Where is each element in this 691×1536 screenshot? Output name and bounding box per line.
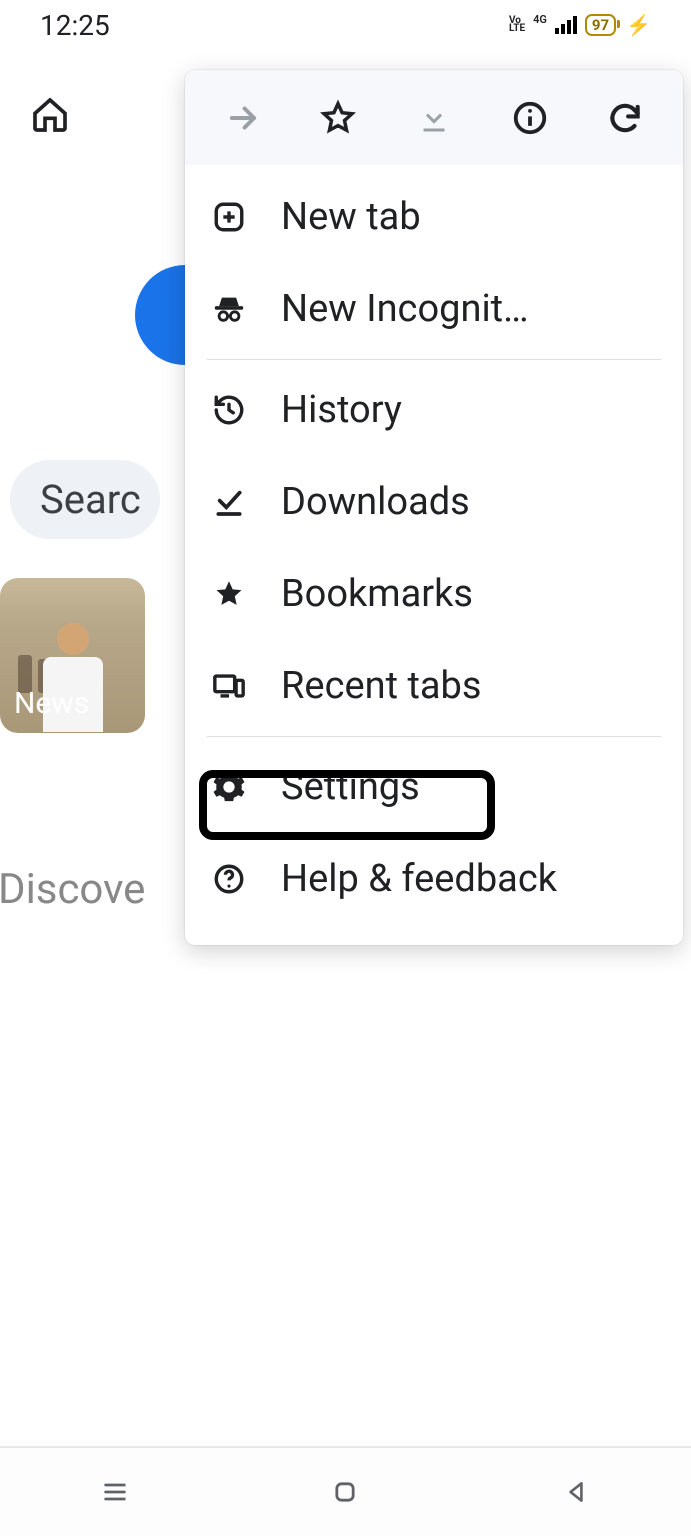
status-time: 12:25 [40,9,110,42]
news-card[interactable]: News [0,578,145,733]
star-fill-icon [211,576,247,612]
menu-item-label: Recent tabs [281,664,482,708]
home-icon[interactable] [30,95,70,135]
recents-icon[interactable] [98,1475,132,1509]
menu-item-label: Bookmarks [281,572,473,616]
menu-item-new-tab[interactable]: New tab [185,171,683,263]
download-done-icon [211,484,247,520]
menu-item-label: Help & feedback [281,857,557,901]
download-icon[interactable] [414,98,454,138]
plus-box-icon [211,199,247,235]
menu-divider [207,736,661,737]
charging-bolt-icon: ⚡ [626,13,651,37]
volte-icon: VoLTE [509,17,525,33]
menu-item-settings[interactable]: Settings [185,741,683,833]
refresh-icon[interactable] [605,98,645,138]
star-icon[interactable] [318,98,358,138]
menu-item-help[interactable]: Help & feedback [185,833,683,925]
menu-list: New tab New Incognit… History Downloads [185,165,683,931]
battery-icon: 97 [585,14,616,36]
menu-divider [207,359,661,360]
home-nav-icon[interactable] [328,1475,362,1509]
menu-item-downloads[interactable]: Downloads [185,456,683,548]
info-icon[interactable] [510,98,550,138]
menu-item-recent-tabs[interactable]: Recent tabs [185,640,683,732]
menu-item-label: New Incognit… [281,287,529,331]
forward-icon[interactable] [223,98,263,138]
menu-top-actions [185,70,683,165]
android-nav-bar [0,1446,691,1536]
menu-item-new-incognito[interactable]: New Incognit… [185,263,683,355]
overflow-menu: New tab New Incognit… History Downloads [185,70,683,945]
discover-heading: Discove [0,865,153,914]
menu-item-label: Downloads [281,480,470,524]
news-card-label: News [14,686,89,721]
menu-item-label: Settings [281,765,420,809]
back-nav-icon[interactable] [559,1475,593,1509]
signal-4g-label: 4G [533,13,547,26]
status-bar: 12:25 VoLTE 4G 97 ⚡ [0,0,691,50]
menu-item-bookmarks[interactable]: Bookmarks [185,548,683,640]
menu-item-label: History [281,388,402,432]
menu-item-history[interactable]: History [185,364,683,456]
incognito-icon [211,291,247,327]
gear-icon [211,769,247,805]
help-icon [211,861,247,897]
history-icon [211,392,247,428]
status-right: VoLTE 4G 97 ⚡ [509,13,651,37]
signal-bars-icon [555,16,577,34]
menu-item-label: New tab [281,195,421,239]
devices-icon [211,668,247,704]
search-input[interactable]: Searc [10,460,160,539]
